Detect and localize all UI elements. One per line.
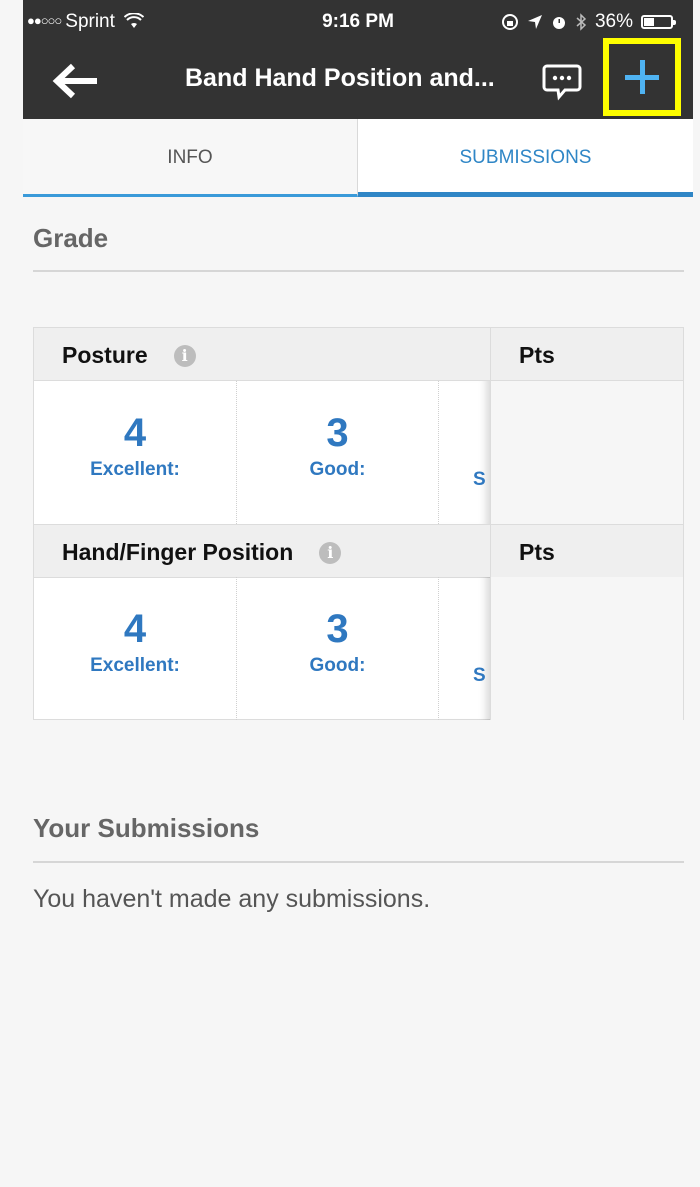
- rotation-lock-icon: [501, 14, 518, 30]
- criterion-levels: 4 Excellent: 3 Good: S: [34, 577, 683, 720]
- points-cell: [490, 381, 683, 524]
- back-button[interactable]: [51, 60, 101, 102]
- info-icon[interactable]: i: [319, 541, 342, 564]
- points-cell: [490, 577, 683, 720]
- divider: [33, 270, 684, 272]
- level-excellent[interactable]: 4 Excellent:: [34, 381, 237, 524]
- pts-header: Pts: [519, 539, 555, 565]
- nav-bar: Band Hand Position and...: [23, 38, 693, 119]
- chat-icon: [542, 64, 582, 101]
- level-excellent[interactable]: 4 Excellent:: [34, 577, 237, 720]
- submissions-heading: Your Submissions: [33, 813, 260, 843]
- level-score: 3: [326, 411, 349, 455]
- level-good[interactable]: 3 Good:: [237, 381, 439, 524]
- comments-button[interactable]: [537, 56, 587, 106]
- criterion-header: Hand/Finger Position i Pts: [34, 524, 683, 578]
- criterion-header: Posture i Pts: [34, 328, 683, 381]
- level-score: 4: [123, 411, 147, 455]
- level-partial[interactable]: S: [439, 577, 490, 720]
- divider: [33, 861, 684, 863]
- tab-info[interactable]: INFO: [23, 119, 358, 197]
- status-bar: ●●○○○ Sprint 9:16 PM 36%: [23, 0, 693, 44]
- tab-submissions[interactable]: SUBMISSIONS: [358, 119, 693, 197]
- status-indicators: 36%: [501, 11, 676, 33]
- bluetooth-icon: [576, 13, 587, 31]
- level-score: 4: [123, 607, 147, 651]
- battery-percent: 36%: [594, 11, 633, 32]
- level-good[interactable]: 3 Good:: [237, 577, 439, 720]
- empty-submissions-message: You haven't made any submissions.: [33, 885, 431, 913]
- level-label: Good:: [309, 655, 366, 676]
- grade-heading: Grade: [33, 223, 109, 253]
- app-screen: ●●○○○ Sprint 9:16 PM 36% Band Hand Posit…: [23, 0, 693, 1187]
- battery-icon: [641, 15, 676, 29]
- level-score: 3: [326, 607, 349, 651]
- location-icon: [527, 15, 542, 29]
- add-submission-button[interactable]: [603, 38, 681, 116]
- level-partial[interactable]: S: [439, 381, 490, 524]
- level-label-partial: S: [473, 665, 486, 686]
- pts-header: Pts: [519, 342, 555, 368]
- criterion-levels: 4 Excellent: 3 Good: S: [34, 381, 683, 524]
- criterion-name: Hand/Finger Position: [62, 539, 294, 565]
- criterion-name: Posture: [62, 342, 148, 368]
- page-title: Band Hand Position and...: [185, 64, 495, 92]
- rubric-table: Posture i Pts 4 Excellent: 3 Good: S Han…: [33, 327, 684, 720]
- level-label: Excellent:: [90, 655, 180, 676]
- alarm-icon: [552, 17, 565, 29]
- level-label: Good:: [309, 459, 366, 480]
- top-bar: ●●○○○ Sprint 9:16 PM 36% Band Hand Posit…: [23, 0, 693, 119]
- level-label: Excellent:: [90, 459, 180, 480]
- back-arrow-icon: [52, 63, 97, 99]
- info-icon[interactable]: i: [173, 344, 196, 367]
- level-label-partial: S: [473, 469, 486, 490]
- tab-bar: INFO SUBMISSIONS: [23, 119, 693, 197]
